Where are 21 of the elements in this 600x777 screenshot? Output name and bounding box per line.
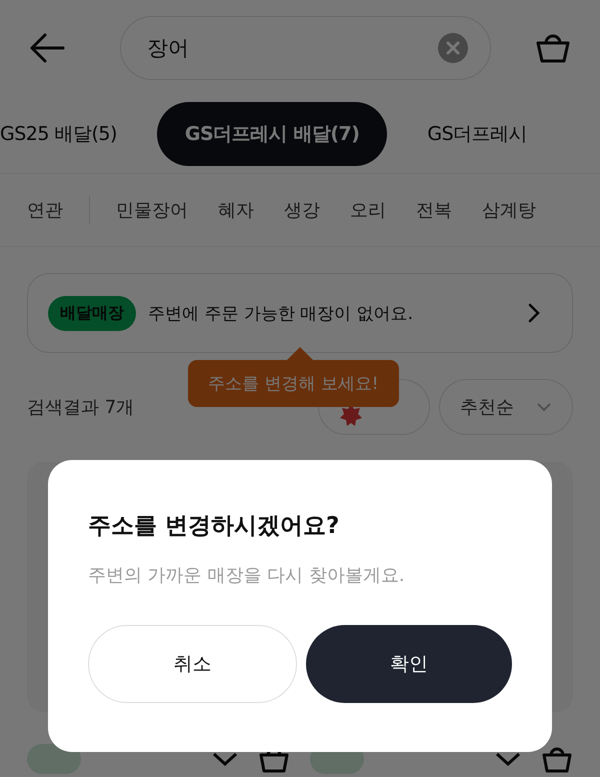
banner-message: 주변에 주문 가능한 매장이 없어요. (148, 302, 414, 324)
sort-dropdown[interactable]: 추천순 (439, 379, 573, 435)
keyword-chip[interactable]: 오리 (350, 198, 386, 222)
search-field[interactable]: 장어 (120, 16, 491, 80)
store-tab[interactable]: GS더프레시 (399, 102, 556, 166)
search-text: 장어 (147, 34, 189, 62)
delivery-store-badge: 배달매장 (48, 296, 136, 330)
result-count: 검색결과 7개 (27, 396, 134, 419)
keyword-chip[interactable]: 혜자 (218, 198, 254, 222)
store-banner[interactable]: 배달매장 주변에 주문 가능한 매장이 없어요. (27, 273, 573, 353)
keyword-chip[interactable]: 전복 (416, 198, 452, 222)
dialog-message: 주변의 가까운 매장을 다시 찾아볼게요. (88, 564, 406, 587)
store-tab[interactable]: GS25 배달(5) (0, 102, 145, 166)
keyword-chip[interactable]: 민물장어 (116, 198, 188, 222)
keyword-chip[interactable]: 생강 (284, 198, 320, 222)
keyword-chip[interactable]: 삼계탕 (482, 198, 536, 222)
store-tab[interactable]: GS더프레시 배달(7) (156, 102, 388, 166)
dialog-title: 주소를 변경하시겠어요? (88, 512, 340, 541)
cancel-button[interactable]: 취소 (88, 625, 296, 703)
related-label: 연관 (27, 199, 63, 222)
confirm-button[interactable]: 확인 (306, 625, 512, 703)
